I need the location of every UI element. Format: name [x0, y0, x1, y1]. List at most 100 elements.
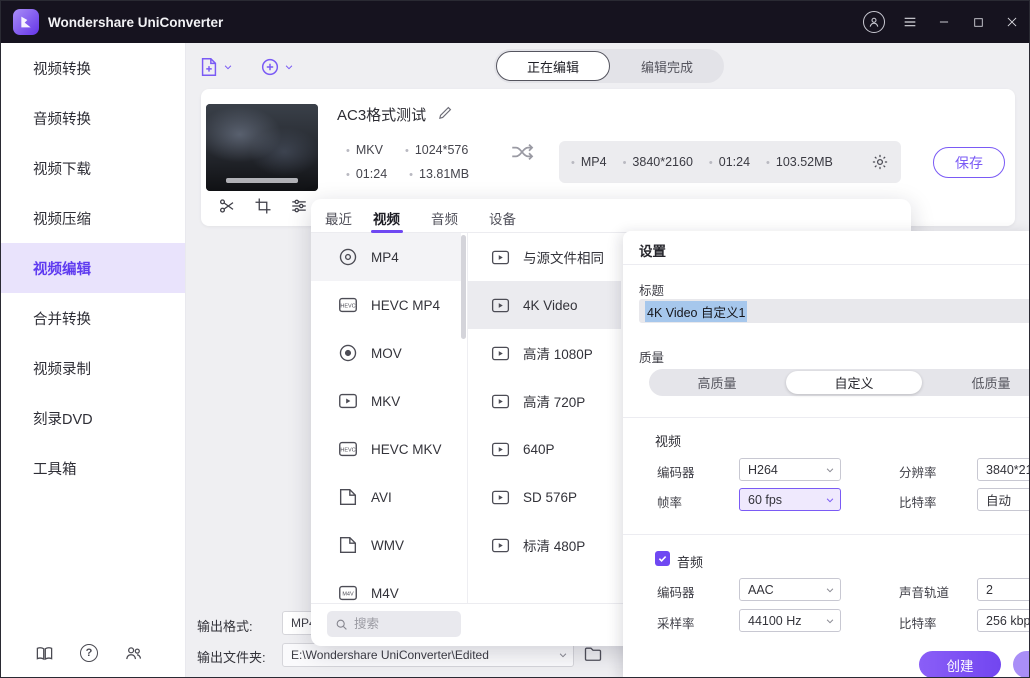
quality-custom-option[interactable]: 自定义	[786, 369, 922, 396]
sidebar-item-video-compress[interactable]: 视频压缩	[1, 193, 185, 243]
format-option-mkv[interactable]: MKV	[311, 377, 461, 425]
audio-bitrate-dropdown[interactable]: 256 kbps	[977, 609, 1030, 632]
quality-option-480p[interactable]: 标清 480P	[468, 521, 621, 569]
format-option-mov[interactable]: MOV	[311, 329, 461, 377]
open-folder-icon[interactable]	[583, 644, 603, 664]
sidebar-item-label: 视频压缩	[33, 208, 91, 229]
gear-icon[interactable]	[871, 153, 889, 171]
output-settings-box[interactable]: MP4 3840*2160 01:24 103.52MB	[559, 141, 901, 183]
sidebar-item-video-download[interactable]: 视频下载	[1, 143, 185, 193]
chevron-down-icon	[825, 616, 835, 626]
sidebar-item-toolbox[interactable]: 工具箱	[1, 443, 185, 493]
tab-recent[interactable]: 最近	[325, 208, 352, 228]
audio-encoder-dropdown[interactable]: AAC	[739, 578, 841, 601]
close-button[interactable]	[1003, 13, 1021, 31]
effects-sliders-icon[interactable]	[290, 197, 308, 215]
convert-arrows-icon	[509, 139, 535, 165]
output-folder-dropdown[interactable]: E:\Wondershare UniConverter\Edited	[282, 643, 574, 667]
format-option-m4v[interactable]: M4V M4V	[311, 569, 461, 617]
quality-option-720p[interactable]: 高清 720P	[468, 377, 621, 425]
resolution-dropdown[interactable]: 3840*2160	[977, 458, 1030, 481]
quality-low-option[interactable]: 低质量	[923, 369, 1030, 396]
partial-edge-button[interactable]	[1013, 651, 1030, 678]
create-button[interactable]: 创建	[919, 651, 1001, 678]
hevc-mp4-icon: HEVC	[337, 294, 359, 316]
video-thumbnail[interactable]	[206, 104, 318, 191]
account-avatar-icon[interactable]	[863, 11, 885, 33]
help-icon[interactable]: ?	[80, 644, 98, 662]
save-button[interactable]: 保存	[933, 147, 1005, 178]
video-preset-icon	[490, 343, 511, 364]
audio-bitrate-label: 比特率	[899, 613, 937, 632]
format-label: MOV	[371, 346, 402, 361]
video-bitrate-dropdown[interactable]: 自动	[977, 488, 1030, 511]
format-option-mp4[interactable]: MP4	[311, 233, 461, 281]
format-label: AVI	[371, 490, 392, 505]
audio-encoder-label: 编码器	[657, 582, 695, 601]
crop-icon[interactable]	[254, 197, 272, 215]
add-source-button[interactable]	[259, 53, 294, 81]
output-format-label: 输出格式:	[197, 616, 253, 635]
quality-high-option[interactable]: 高质量	[649, 369, 785, 396]
format-option-avi[interactable]: AVI	[311, 473, 461, 521]
rename-icon[interactable]	[437, 104, 454, 121]
framerate-dropdown[interactable]: 60 fps	[739, 488, 841, 511]
search-input[interactable]	[354, 617, 444, 631]
tab-device[interactable]: 设备	[489, 208, 516, 228]
channels-value: 2	[986, 583, 993, 597]
quality-option-640p[interactable]: 640P	[468, 425, 621, 473]
sidebar-item-burn-dvd[interactable]: 刻录DVD	[1, 393, 185, 443]
quality-option-4k-video[interactable]: 4K Video	[468, 281, 621, 329]
wmv-icon	[337, 534, 359, 556]
source-meta-line2: 01:24 13.81MB	[346, 167, 469, 181]
format-option-hevc-mp4[interactable]: HEVC HEVC MP4	[311, 281, 461, 329]
minimize-button[interactable]	[935, 13, 953, 31]
add-file-button[interactable]	[198, 53, 233, 81]
audio-checkbox[interactable]	[655, 551, 670, 566]
user-guide-icon[interactable]	[35, 644, 54, 663]
trim-scissors-icon[interactable]	[218, 197, 236, 215]
format-label: MKV	[371, 394, 400, 409]
divider	[623, 534, 1030, 535]
quality-label: 标清 480P	[523, 535, 585, 555]
video-bitrate-label: 比特率	[899, 492, 937, 511]
video-encoder-dropdown[interactable]: H264	[739, 458, 841, 481]
samplerate-dropdown[interactable]: 44100 Hz	[739, 609, 841, 632]
menu-icon[interactable]	[901, 13, 919, 31]
quality-label: SD 576P	[523, 490, 577, 505]
format-label: M4V	[371, 586, 399, 601]
sidebar-item-video-edit[interactable]: 视频编辑	[1, 243, 185, 293]
title-label: 标题	[639, 280, 664, 299]
hevc-mkv-icon: HEVC	[337, 438, 359, 460]
format-search[interactable]	[327, 611, 461, 637]
audio-bitrate-value: 256 kbps	[986, 614, 1030, 628]
chevron-down-icon	[825, 465, 835, 475]
format-list-scrollbar[interactable]	[461, 235, 466, 339]
quality-option-sd-576p[interactable]: SD 576P	[468, 473, 621, 521]
quality-option-1080p[interactable]: 高清 1080P	[468, 329, 621, 377]
avi-icon	[337, 486, 359, 508]
resolution-label: 分辨率	[899, 462, 937, 481]
maximize-button[interactable]	[969, 13, 987, 31]
add-device-icon	[259, 56, 281, 78]
contacts-icon[interactable]	[124, 644, 143, 663]
mov-disc-icon	[337, 342, 359, 364]
sidebar-item-video-convert[interactable]: 视频转换	[1, 43, 185, 93]
search-icon	[335, 618, 348, 631]
quality-label: 高清 720P	[523, 391, 585, 411]
sidebar-item-audio-convert[interactable]: 音频转换	[1, 93, 185, 143]
sidebar-item-label: 视频转换	[33, 58, 91, 79]
title-input[interactable]: 4K Video 自定义1	[639, 299, 1030, 323]
sidebar-item-screen-record[interactable]: 视频录制	[1, 343, 185, 393]
format-option-hevc-mkv[interactable]: HEVC HEVC MKV	[311, 425, 461, 473]
quality-option-same-as-source[interactable]: 与源文件相同	[468, 233, 621, 281]
tab-editing[interactable]: 正在编辑	[496, 51, 610, 81]
quality-label: 4K Video	[523, 298, 578, 313]
tab-audio[interactable]: 音频	[431, 208, 458, 228]
divider	[623, 417, 1030, 418]
channels-dropdown[interactable]: 2	[977, 578, 1030, 601]
sidebar-item-merge-convert[interactable]: 合并转换	[1, 293, 185, 343]
tab-video[interactable]: 视频	[373, 208, 400, 228]
tab-edit-done[interactable]: 编辑完成	[610, 49, 724, 83]
format-option-wmv[interactable]: WMV	[311, 521, 461, 569]
